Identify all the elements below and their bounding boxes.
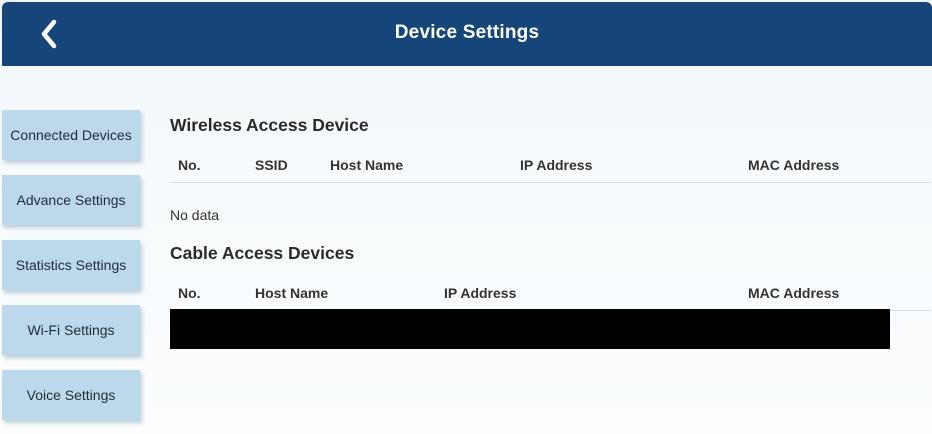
sidebar-item-advance-settings[interactable]: Advance Settings bbox=[2, 175, 140, 225]
wireless-empty-text: No data bbox=[170, 207, 220, 223]
sidebar-item-statistics-settings[interactable]: Statistics Settings bbox=[2, 240, 140, 290]
sidebar: Connected Devices Advance Settings Stati… bbox=[2, 110, 142, 434]
sidebar-item-voice-settings[interactable]: Voice Settings bbox=[2, 370, 140, 420]
cable-section-title: Cable Access Devices bbox=[170, 243, 355, 263]
wireless-section-title: Wireless Access Device bbox=[170, 115, 369, 135]
page-title: Device Settings bbox=[394, 22, 540, 43]
cable-col-host-name: Host Name bbox=[255, 285, 329, 301]
redacted-table-row bbox=[170, 309, 890, 349]
wireless-col-mac-address: MAC Address bbox=[748, 157, 840, 173]
wireless-col-no: No. bbox=[178, 157, 201, 173]
wireless-col-ssid: SSID bbox=[255, 157, 288, 173]
wireless-header-divider bbox=[170, 182, 930, 183]
sidebar-item-connected-devices[interactable]: Connected Devices bbox=[2, 110, 140, 160]
cable-col-no: No. bbox=[178, 285, 201, 301]
page-header: Device Settings bbox=[2, 2, 932, 66]
sidebar-item-wifi-settings[interactable]: Wi-Fi Settings bbox=[2, 305, 140, 355]
wireless-col-ip-address: IP Address bbox=[520, 157, 593, 173]
cable-col-mac-address: MAC Address bbox=[748, 285, 840, 301]
cable-col-ip-address: IP Address bbox=[444, 285, 517, 301]
device-settings-page: Device Settings Connected Devices Advanc… bbox=[0, 0, 932, 434]
wireless-col-host-name: Host Name bbox=[330, 157, 404, 173]
